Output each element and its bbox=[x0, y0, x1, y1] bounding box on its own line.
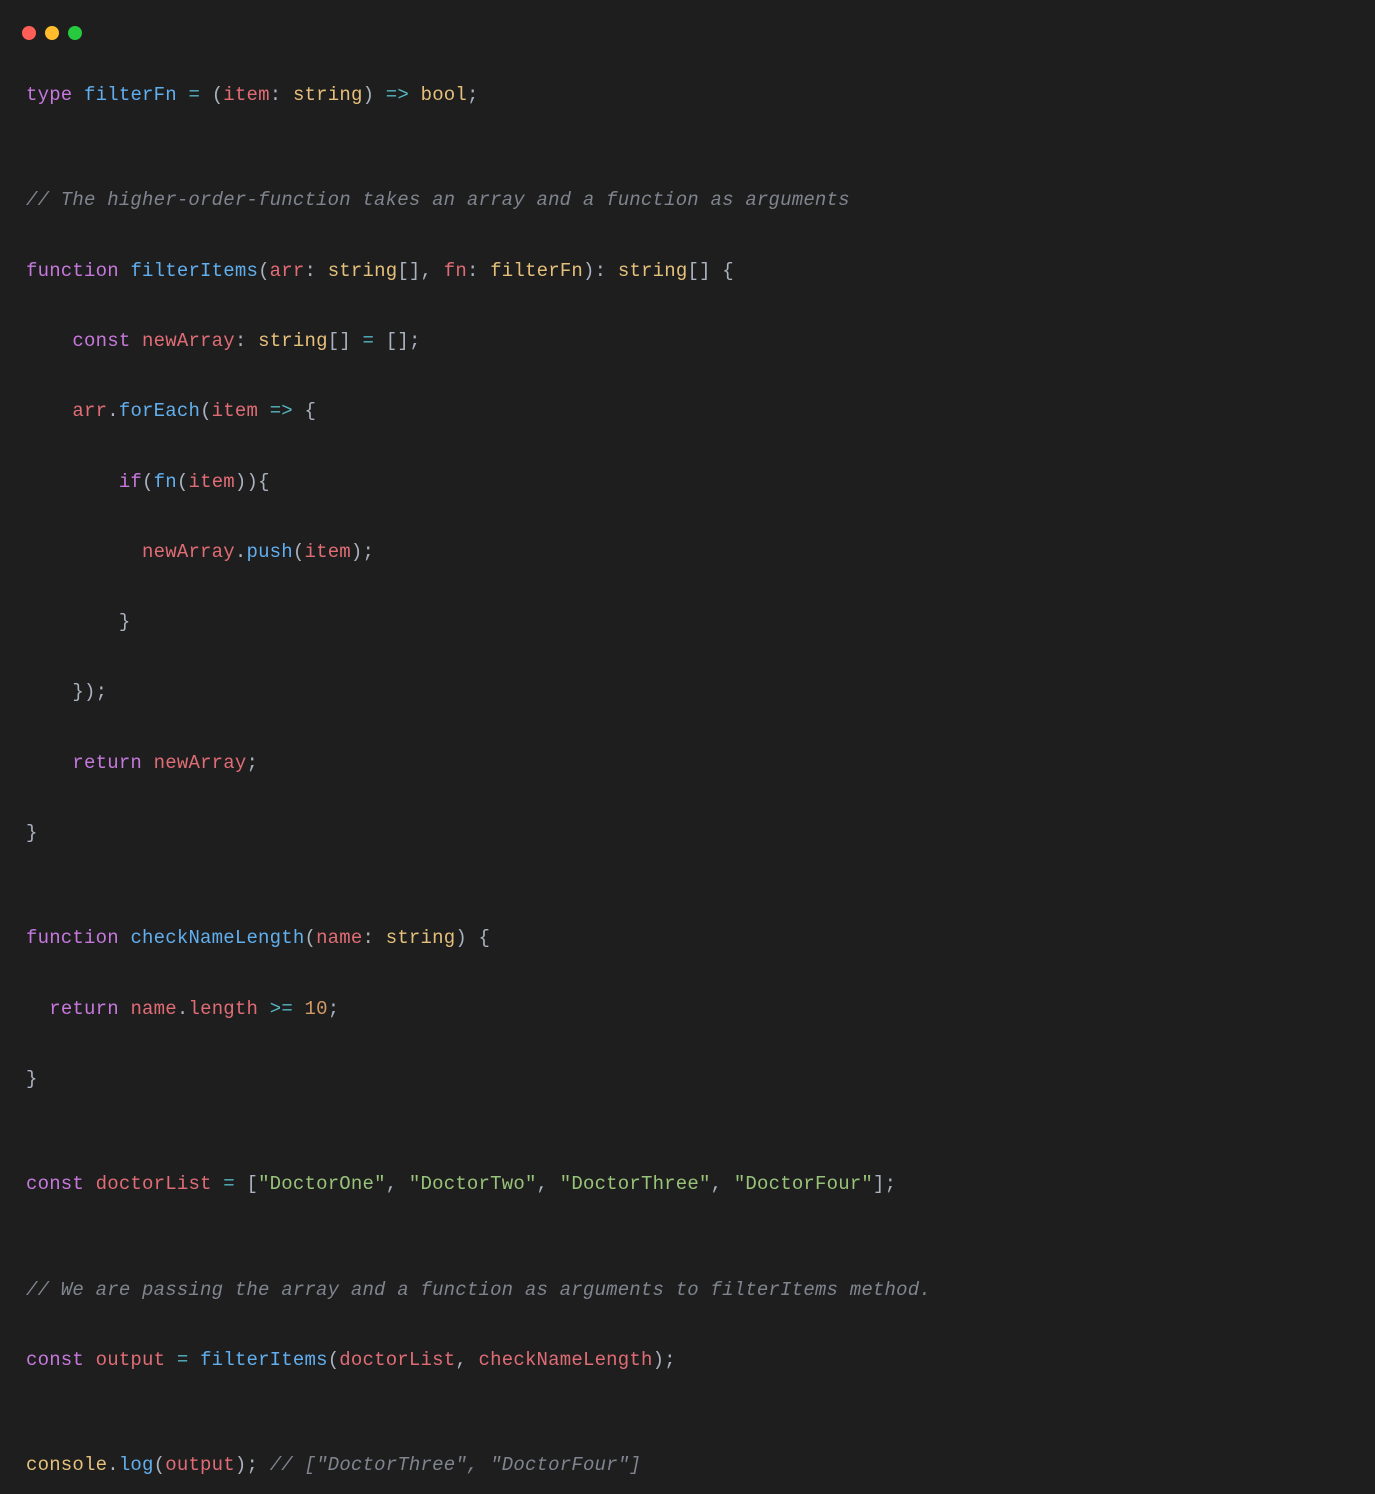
code-line: const newArray: string[] = []; bbox=[26, 324, 1349, 359]
keyword-type: type bbox=[26, 84, 72, 106]
code-line: // The higher-order-function takes an ar… bbox=[26, 183, 1349, 218]
var-doctorList: doctorList bbox=[96, 1173, 212, 1195]
comment: // We are passing the array and a functi… bbox=[26, 1279, 931, 1301]
fn-filterItems: filterItems bbox=[130, 260, 258, 282]
code-line: return newArray; bbox=[26, 746, 1349, 781]
comment: // The higher-order-function takes an ar… bbox=[26, 189, 850, 211]
titlebar bbox=[0, 0, 1375, 48]
fn-checkNameLength: checkNameLength bbox=[130, 927, 304, 949]
code-line: function filterItems(arr: string[], fn: … bbox=[26, 254, 1349, 289]
code-line: const doctorList = ["DoctorOne", "Doctor… bbox=[26, 1167, 1349, 1202]
code-line: }); bbox=[26, 675, 1349, 710]
code-line: } bbox=[26, 605, 1349, 640]
editor-window: type filterFn = (item: string) => bool; … bbox=[0, 0, 1375, 974]
var-newArray: newArray bbox=[142, 330, 235, 352]
code-line: function checkNameLength(name: string) { bbox=[26, 921, 1349, 956]
code-line: if(fn(item)){ bbox=[26, 465, 1349, 500]
code-area[interactable]: type filterFn = (item: string) => bool; … bbox=[0, 48, 1375, 1494]
code-line: arr.forEach(item => { bbox=[26, 394, 1349, 429]
code-line: console.log(output); // ["DoctorThree", … bbox=[26, 1448, 1349, 1483]
type-alias-name: filterFn bbox=[84, 84, 177, 106]
code-line: const output = filterItems(doctorList, c… bbox=[26, 1343, 1349, 1378]
close-icon[interactable] bbox=[22, 26, 36, 40]
code-line: } bbox=[26, 1062, 1349, 1097]
comment: // ["DoctorThree", "DoctorFour"] bbox=[270, 1454, 641, 1476]
code-line: } bbox=[26, 816, 1349, 851]
code-line: return name.length >= 10; bbox=[26, 992, 1349, 1027]
minimize-icon[interactable] bbox=[45, 26, 59, 40]
code-line: // We are passing the array and a functi… bbox=[26, 1273, 1349, 1308]
code-line: type filterFn = (item: string) => bool; bbox=[26, 78, 1349, 113]
zoom-icon[interactable] bbox=[68, 26, 82, 40]
param-item: item bbox=[223, 84, 269, 106]
code-line: newArray.push(item); bbox=[26, 535, 1349, 570]
var-output: output bbox=[96, 1349, 166, 1371]
